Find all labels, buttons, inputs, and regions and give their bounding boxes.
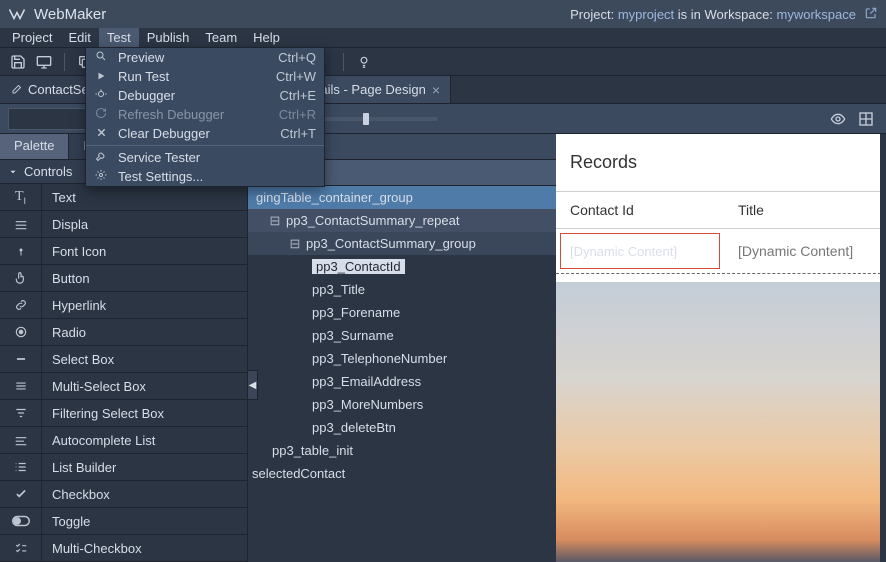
minus-icon bbox=[0, 346, 42, 372]
chevron-down-icon bbox=[8, 167, 18, 177]
text-icon: TI bbox=[0, 184, 42, 210]
control-select-box[interactable]: Select Box bbox=[0, 346, 247, 373]
app-title: WebMaker bbox=[34, 6, 106, 23]
tree-repeat[interactable]: ⊟pp3_ContactSummary_repeat bbox=[248, 209, 556, 232]
background-image bbox=[556, 282, 886, 562]
cell-contact-id[interactable]: [Dynamic Content] bbox=[556, 229, 724, 273]
outline-tree: gingTable_container_group⊟pp3_ContactSum… bbox=[248, 186, 556, 485]
tree-item-6[interactable]: pp3_MoreNumbers bbox=[248, 393, 556, 416]
records-title: Records bbox=[556, 134, 886, 191]
external-link-icon[interactable] bbox=[864, 6, 878, 23]
hand-icon bbox=[0, 265, 42, 291]
preview-panel: Records Contact Id Title [Dynamic Conten… bbox=[556, 134, 886, 562]
control-filtering-select-box[interactable]: Filtering Select Box bbox=[0, 400, 247, 427]
edit-icon bbox=[10, 84, 22, 96]
tree-item-7[interactable]: pp3_deleteBtn bbox=[248, 416, 556, 439]
auto-icon bbox=[0, 427, 42, 453]
tree-item-3[interactable]: pp3_Surname bbox=[248, 324, 556, 347]
project-info: Project: myproject is in Workspace: mywo… bbox=[570, 6, 878, 23]
tree-selected-contact[interactable]: selectedContact bbox=[248, 462, 556, 485]
menu-project[interactable]: Project bbox=[4, 28, 60, 47]
menu-test[interactable]: Test bbox=[99, 28, 139, 47]
search-icon bbox=[94, 50, 108, 65]
tree-item-1[interactable]: pp3_Title bbox=[248, 278, 556, 301]
filter-icon bbox=[0, 400, 42, 426]
wrench-icon bbox=[94, 150, 108, 165]
th-contact-id: Contact Id bbox=[556, 192, 724, 228]
monitor-icon[interactable] bbox=[32, 50, 56, 74]
menu-item-service-tester[interactable]: Service Tester bbox=[86, 148, 324, 167]
menu-help[interactable]: Help bbox=[245, 28, 288, 47]
test-menu-dropdown: PreviewCtrl+QRun TestCtrl+WDebuggerCtrl+… bbox=[85, 47, 325, 187]
check-icon bbox=[0, 481, 42, 507]
control-list-builder[interactable]: List Builder bbox=[0, 454, 247, 481]
control-font-icon[interactable]: Font Icon bbox=[0, 238, 247, 265]
palette-tab-palette[interactable]: Palette bbox=[0, 134, 69, 159]
project-link[interactable]: myproject bbox=[618, 7, 674, 22]
menubar: ProjectEditTestPublishTeamHelp bbox=[0, 28, 886, 48]
control-autocomplete-list[interactable]: Autocomplete List bbox=[0, 427, 247, 454]
refresh-icon bbox=[94, 107, 108, 122]
control-text[interactable]: TIText bbox=[0, 184, 247, 211]
collapse-handle[interactable]: ◀ bbox=[248, 370, 258, 400]
radio-icon bbox=[0, 319, 42, 345]
control-button[interactable]: Button bbox=[0, 265, 247, 292]
multi-icon bbox=[0, 373, 42, 399]
titlebar: WebMaker Project: myproject is in Worksp… bbox=[0, 0, 886, 28]
gear-icon bbox=[94, 169, 108, 184]
eye-icon[interactable] bbox=[826, 107, 850, 131]
control-checkbox[interactable]: Checkbox bbox=[0, 481, 247, 508]
zoom-slider[interactable] bbox=[318, 117, 438, 121]
outline-panel: e Notes e Outline gingTable_container_gr… bbox=[248, 134, 556, 562]
menu-team[interactable]: Team bbox=[197, 28, 245, 47]
zoom-control[interactable] bbox=[298, 110, 818, 127]
control-multi-checkbox[interactable]: Multi-Checkbox bbox=[0, 535, 247, 562]
table-row: [Dynamic Content] [Dynamic Content] bbox=[556, 229, 886, 274]
display-icon bbox=[0, 211, 42, 237]
font-icon bbox=[0, 238, 42, 264]
tree-root[interactable]: gingTable_container_group bbox=[248, 186, 556, 209]
tree-item-4[interactable]: pp3_TelephoneNumber bbox=[248, 347, 556, 370]
save-icon[interactable] bbox=[6, 50, 30, 74]
play-icon bbox=[94, 69, 108, 84]
menu-item-preview[interactable]: PreviewCtrl+Q bbox=[86, 48, 324, 67]
control-multi-select-box[interactable]: Multi-Select Box bbox=[0, 373, 247, 400]
tree-item-0[interactable]: pp3_ContactId bbox=[248, 255, 556, 278]
menu-edit[interactable]: Edit bbox=[60, 28, 98, 47]
x-icon bbox=[94, 126, 108, 141]
tree-item-5[interactable]: pp3_EmailAddress bbox=[248, 370, 556, 393]
menu-item-test-settings-[interactable]: Test Settings... bbox=[86, 167, 324, 186]
grid-icon[interactable] bbox=[854, 107, 878, 131]
toggle-icon bbox=[0, 508, 42, 534]
control-hyperlink[interactable]: Hyperlink bbox=[0, 292, 247, 319]
control-radio[interactable]: Radio bbox=[0, 319, 247, 346]
bug-icon bbox=[94, 88, 108, 103]
menu-item-clear-debugger[interactable]: Clear DebuggerCtrl+T bbox=[86, 124, 324, 143]
workspace-link[interactable]: myworkspace bbox=[777, 7, 856, 22]
close-icon[interactable]: × bbox=[432, 82, 440, 98]
tree-group[interactable]: ⊟pp3_ContactSummary_group bbox=[248, 232, 556, 255]
control-displa[interactable]: Displa bbox=[0, 211, 247, 238]
th-title: Title bbox=[724, 192, 778, 228]
app-logo-icon bbox=[8, 5, 26, 23]
palette-panel: PaletteDa Controls TITextDisplaFont Icon… bbox=[0, 134, 248, 562]
cell-title[interactable]: [Dynamic Content] bbox=[724, 229, 867, 273]
list-icon bbox=[0, 454, 42, 480]
menu-item-debugger[interactable]: DebuggerCtrl+E bbox=[86, 86, 324, 105]
controls-list: TITextDisplaFont IconButtonHyperlinkRadi… bbox=[0, 184, 247, 562]
link-icon bbox=[0, 292, 42, 318]
tree-item-2[interactable]: pp3_Forename bbox=[248, 301, 556, 324]
menu-publish[interactable]: Publish bbox=[139, 28, 198, 47]
menu-item-run-test[interactable]: Run TestCtrl+W bbox=[86, 67, 324, 86]
mcheck-icon bbox=[0, 535, 42, 561]
selection-outline bbox=[560, 233, 720, 269]
bulb-icon[interactable] bbox=[352, 50, 376, 74]
menu-item-refresh-debugger: Refresh DebuggerCtrl+R bbox=[86, 105, 324, 124]
control-toggle[interactable]: Toggle bbox=[0, 508, 247, 535]
tree-table-init[interactable]: pp3_table_init bbox=[248, 439, 556, 462]
table-header-row: Contact Id Title bbox=[556, 191, 886, 229]
